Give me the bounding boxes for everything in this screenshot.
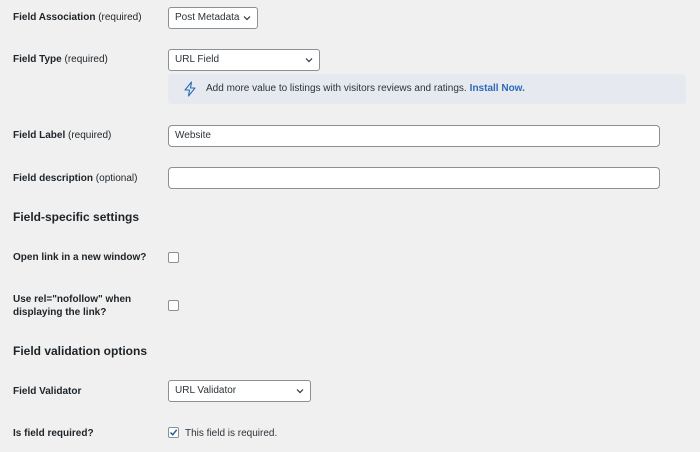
field-specific-settings-heading: Field-specific settings <box>13 210 140 224</box>
field-association-value: Post Metadata <box>175 12 240 23</box>
nofollow-checkbox[interactable] <box>168 300 179 311</box>
field-label-value: Website <box>175 130 211 141</box>
field-association-label: Field Association (required) <box>13 12 142 23</box>
field-type-label: Field Type (required) <box>13 54 108 65</box>
field-type-select[interactable]: URL Field <box>168 49 320 71</box>
new-window-label: Open link in a new window? <box>13 252 147 263</box>
chevron-down-icon <box>305 58 313 63</box>
install-now-link[interactable]: Install Now. <box>470 83 525 94</box>
new-window-checkbox[interactable] <box>168 252 179 263</box>
field-validator-label: Field Validator <box>13 386 82 397</box>
chevron-down-icon <box>296 389 304 394</box>
chevron-down-icon <box>243 16 251 21</box>
field-validator-value: URL Validator <box>175 385 237 396</box>
field-description-label: Field description (optional) <box>13 173 138 184</box>
field-type-value: URL Field <box>175 54 220 65</box>
field-required-checkbox[interactable] <box>168 427 179 438</box>
upsell-notice: Add more value to listings with visitors… <box>168 74 686 104</box>
field-association-select[interactable]: Post Metadata <box>168 7 258 29</box>
field-label-input[interactable]: Website <box>168 125 660 147</box>
lightning-bolt-icon <box>184 81 196 97</box>
field-required-label: Is field required? <box>13 428 94 439</box>
field-required-checkbox-label: This field is required. <box>185 428 278 439</box>
notice-text: Add more value to listings with visitors… <box>206 83 467 94</box>
field-description-input[interactable] <box>168 167 660 189</box>
field-validation-options-heading: Field validation options <box>13 344 148 358</box>
nofollow-label: Use rel="nofollow" when displaying the li… <box>13 294 132 318</box>
field-validator-select[interactable]: URL Validator <box>168 380 311 402</box>
checkmark-icon <box>169 429 178 436</box>
field-label-label: Field Label (required) <box>13 130 112 141</box>
